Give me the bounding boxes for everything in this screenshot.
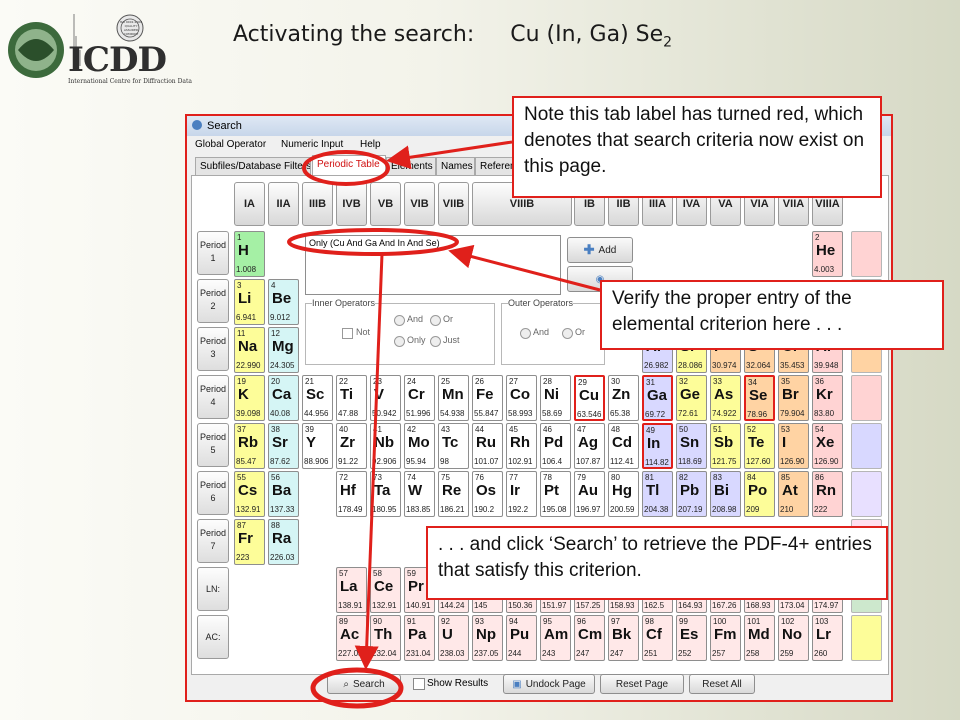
query-highlight-ellipse	[287, 228, 459, 256]
tab-callout-arrow	[386, 140, 513, 170]
search-note-callout: . . . and click ‘Search’ to retrieve the…	[426, 526, 888, 600]
tab-note-callout: Note this tab label has turned red, whic…	[512, 96, 882, 198]
search-callout-arrow	[354, 253, 384, 670]
verify-note-callout: Verify the proper entry of the elemental…	[600, 280, 944, 350]
search-button-ellipse	[310, 667, 404, 709]
tab-highlight-ellipse	[302, 150, 390, 186]
verify-callout-arrow	[448, 244, 601, 292]
